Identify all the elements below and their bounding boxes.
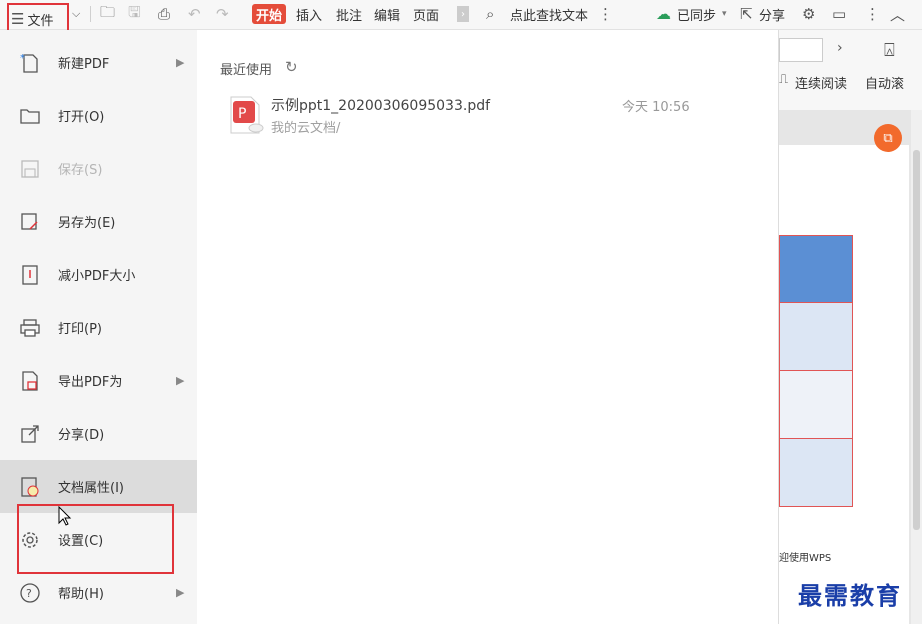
redo-icon[interactable]: ↷ [216, 0, 229, 28]
page-footer-text: 迎使用WPS [779, 553, 832, 564]
menu-save[interactable]: 保存(S) [0, 142, 197, 195]
save-icon [19, 158, 41, 180]
file-time: 今天 10:56 [622, 100, 690, 115]
vertical-scrollbar[interactable] [911, 110, 922, 624]
menu-label: 另存为(E) [58, 216, 116, 231]
svg-text:P: P [238, 106, 246, 122]
menu-label: 分享(D) [58, 428, 105, 443]
menu-label: 打开(O) [58, 110, 105, 125]
menu-label: 文档属性(I) [58, 481, 124, 496]
more-vertical-icon[interactable]: ⋮ [865, 0, 880, 28]
cloud-sync-icon: ☁ [656, 5, 671, 23]
export-icon [19, 370, 41, 392]
auto-scroll-icon[interactable]: ⍓ [884, 40, 895, 61]
svg-text:*: * [20, 53, 25, 64]
print-icon[interactable]: ⎙ [158, 0, 170, 28]
properties-icon [19, 476, 41, 498]
continuous-read-button[interactable]: 连续阅读 [795, 73, 847, 92]
svg-text:?: ? [26, 587, 32, 600]
file-menu-label: 文件 [27, 13, 54, 29]
undo-icon[interactable]: ↶ [188, 0, 201, 28]
chevron-right-icon: ▶ [176, 374, 185, 387]
chevron-right-icon[interactable]: › [837, 40, 843, 56]
recent-title: 最近使用 [220, 63, 273, 78]
search-text-button[interactable]: 点此查找文本 [510, 0, 588, 28]
chevron-right-icon: ▶ [176, 56, 185, 69]
auto-scroll-button[interactable]: 自动滚 [865, 73, 904, 92]
recent-file-item[interactable]: P 示例ppt1_20200306095033.pdf 我的云文档/ 今天 10… [220, 90, 760, 140]
chevron-down-icon[interactable]: ⌵ [72, 0, 80, 28]
table-header-cell [779, 235, 853, 303]
help-icon: ? [19, 582, 41, 604]
menu-label: 新建PDF [58, 57, 110, 72]
sync-dropdown-icon[interactable]: ▾ [722, 0, 727, 28]
wps-pdf-window: ☰ 文件 ⌵ 🗀 🖫 ⎙ ↶ ↷ 开始 插入 批注 编辑 页面 › ⌕ 点此查找… [0, 0, 922, 624]
menu-label: 打印(P) [58, 322, 102, 337]
table-cell [779, 371, 853, 439]
new-pdf-icon: * [19, 52, 41, 74]
hamburger-icon: ☰ [11, 10, 25, 28]
recent-files-panel: 最近使用 ↻ P 示例ppt1_20200306095033.pdf 我的云文档… [197, 30, 779, 624]
table-cell [779, 303, 853, 371]
menu-compress[interactable]: 减小PDF大小 [0, 248, 197, 301]
refresh-icon[interactable]: ↻ [285, 58, 298, 76]
floating-action-icon[interactable]: ⧉ [874, 124, 902, 152]
menu-label: 保存(S) [58, 163, 103, 178]
watermark: 最需教育 [798, 581, 902, 610]
page-number-input[interactable] [779, 38, 823, 62]
menu-new-pdf[interactable]: * 新建PDF ▶ [0, 36, 197, 89]
table-cell [779, 439, 853, 507]
collapse-icon[interactable]: ︿ [890, 0, 905, 28]
open-icon[interactable]: 🗀 [100, 0, 115, 28]
share-icon: ⇱ [740, 5, 753, 23]
file-name: 示例ppt1_20200306095033.pdf [271, 98, 491, 114]
more-tabs-icon[interactable]: › [457, 6, 469, 22]
tab-insert[interactable]: 插入 [296, 0, 322, 28]
print-icon [19, 317, 41, 339]
top-toolbar: ☰ 文件 ⌵ 🗀 🖫 ⎙ ↶ ↷ 开始 插入 批注 编辑 页面 › ⌕ 点此查找… [0, 0, 922, 35]
menu-label: 减小PDF大小 [58, 269, 136, 284]
chevron-right-icon: ▶ [176, 586, 185, 599]
file-location: 我的云文档/ [271, 121, 341, 136]
menu-print[interactable]: 打印(P) [0, 301, 197, 354]
tab-page[interactable]: 页面 [413, 0, 439, 28]
gear-icon[interactable]: ⚙ [802, 0, 815, 28]
tab-edit[interactable]: 编辑 [374, 0, 400, 28]
share-button[interactable]: 分享 [759, 0, 785, 28]
compress-icon [19, 264, 41, 286]
tab-comment[interactable]: 批注 [336, 0, 362, 28]
folder-open-icon [19, 105, 41, 127]
menu-label: 导出PDF为 [58, 375, 123, 390]
scroll-thumb[interactable] [913, 150, 920, 530]
save-as-icon [19, 211, 41, 233]
share-icon [19, 423, 41, 445]
sync-status[interactable]: 已同步 [677, 0, 716, 28]
menu-share[interactable]: 分享(D) [0, 407, 197, 460]
menu-export-pdf[interactable]: 导出PDF为 ▶ [0, 354, 197, 407]
menu-label: 帮助(H) [58, 587, 104, 602]
menu-save-as[interactable]: 另存为(E) [0, 195, 197, 248]
document-page: 迎使用WPS [779, 145, 909, 624]
save-icon[interactable]: 🖫 [128, 0, 141, 28]
right-toolbar: › ⍓ ⎍ 连续阅读 自动滚 [779, 30, 922, 110]
continuous-icon: ⎍ [779, 72, 789, 87]
more-vertical-icon[interactable]: ⋮ [598, 0, 613, 28]
menu-open[interactable]: 打开(O) [0, 89, 197, 142]
divider [90, 6, 91, 22]
document-view: 迎使用WPS ⧉ [779, 110, 922, 624]
highlight-box [17, 504, 174, 574]
pdf-file-icon: P [228, 95, 264, 139]
search-icon: ⌕ [486, 5, 495, 23]
tab-start[interactable]: 开始 [252, 4, 287, 24]
comment-icon[interactable]: ▭ [832, 0, 846, 28]
